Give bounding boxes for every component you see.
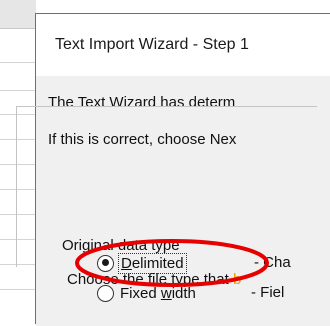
column-header (0, 0, 36, 29)
row-divider (0, 289, 36, 290)
delimited-label: Delimited (118, 252, 187, 274)
row-divider (0, 62, 36, 63)
fixed-width-radio-option[interactable]: Fixed width (97, 282, 196, 304)
dialog-title: Text Import Wizard - Step 1 (55, 36, 249, 53)
fixed-width-label: Fixed width (120, 284, 196, 302)
title-bar[interactable]: Text Import Wizard - Step 1 (36, 14, 330, 76)
choose-highlight: b (232, 271, 242, 288)
delimited-description: - Cha (254, 254, 291, 271)
row-divider (0, 90, 36, 91)
fixed-width-description: - Fiel (251, 284, 285, 301)
radio-checked-icon[interactable] (97, 254, 114, 272)
radio-unchecked-icon[interactable] (97, 284, 114, 302)
delimited-radio-option[interactable]: Delimited (97, 252, 187, 274)
